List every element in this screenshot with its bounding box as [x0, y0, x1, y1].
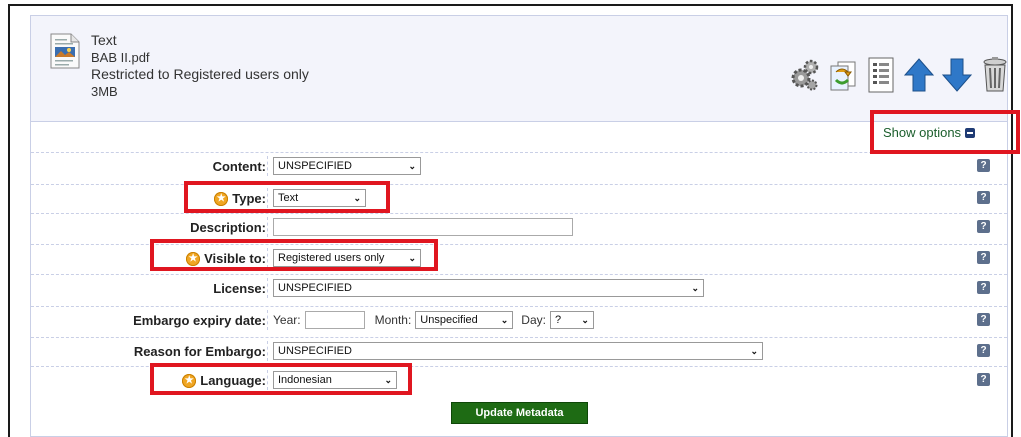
file-access: Restricted to Registered users only — [91, 66, 309, 82]
field-row-description: Description: ? — [31, 213, 1007, 240]
language-label: ★ Language: — [182, 373, 266, 388]
visible-to-select[interactable]: Registered users only ⌄ — [273, 249, 421, 267]
update-metadata-button[interactable]: Update Metadata — [451, 402, 588, 424]
required-star-icon: ★ — [186, 251, 201, 266]
month-select[interactable]: Unspecified ⌄ — [415, 311, 514, 329]
window-border-top — [8, 4, 1013, 6]
field-row-reason: Reason for Embargo: UNSPECIFIED ⌄ ? — [31, 337, 1007, 364]
year-input[interactable] — [304, 311, 365, 329]
content-label: Content: — [212, 159, 266, 174]
show-options-label: Show options — [883, 125, 962, 140]
help-icon[interactable]: ? — [977, 220, 990, 233]
show-options-link[interactable]: Show options — [883, 125, 976, 140]
chevron-down-icon: ⌄ — [581, 314, 589, 325]
details-icon[interactable] — [864, 56, 898, 94]
field-row-content: Content: UNSPECIFIED ⌄ ? — [31, 152, 1007, 179]
field-row-visible-to: ★ Visible to: Registered users only ⌄ ? — [31, 244, 1007, 271]
reason-select[interactable]: UNSPECIFIED ⌄ — [273, 342, 763, 360]
move-up-icon[interactable] — [902, 56, 936, 94]
field-row-license: License: UNSPECIFIED ⌄ ? — [31, 274, 1007, 301]
license-label: License: — [213, 281, 266, 296]
field-row-language: ★ Language: Indonesian ⌄ ? — [31, 366, 1007, 393]
content-select[interactable]: UNSPECIFIED ⌄ — [273, 157, 421, 175]
file-name: BAB II.pdf — [91, 50, 150, 65]
month-label: Month: — [374, 313, 412, 327]
chevron-down-icon: ⌄ — [408, 160, 416, 171]
year-label: Year: — [273, 313, 301, 327]
embargo-label: Embargo expiry date: — [133, 313, 266, 328]
document-panel: Text BAB II.pdf Restricted to Registered… — [30, 15, 1008, 437]
collapse-icon — [965, 127, 976, 138]
window-border-left — [8, 4, 10, 437]
help-icon[interactable]: ? — [977, 313, 990, 326]
chevron-down-icon: ⌄ — [691, 282, 699, 293]
reason-label: Reason for Embargo: — [133, 344, 266, 359]
trash-icon[interactable] — [978, 56, 1012, 94]
file-toolbar — [788, 54, 1012, 96]
day-select[interactable]: ? ⌄ — [549, 311, 594, 329]
type-label: ★ Type: — [214, 191, 266, 206]
license-select[interactable]: UNSPECIFIED ⌄ — [273, 279, 704, 297]
description-label: Description: — [190, 220, 266, 235]
help-icon[interactable]: ? — [977, 373, 990, 386]
language-select[interactable]: Indonesian ⌄ — [273, 371, 397, 389]
description-input[interactable] — [273, 218, 573, 236]
document-thumbnail-icon[interactable] — [49, 33, 81, 69]
convert-icon[interactable] — [826, 56, 860, 94]
file-header: Text BAB II.pdf Restricted to Registered… — [31, 16, 1007, 122]
chevron-down-icon: ⌄ — [750, 345, 758, 356]
file-size: 3MB — [91, 84, 118, 99]
type-select[interactable]: Text ⌄ — [273, 189, 366, 207]
chevron-down-icon: ⌄ — [384, 374, 392, 385]
chevron-down-icon: ⌄ — [353, 192, 361, 203]
help-icon[interactable]: ? — [977, 159, 990, 172]
required-star-icon: ★ — [214, 191, 229, 206]
gears-icon[interactable] — [788, 56, 822, 94]
help-icon[interactable]: ? — [977, 281, 990, 294]
file-type: Text — [91, 32, 117, 48]
field-row-embargo: Embargo expiry date: Year: Month: Unspec… — [31, 306, 1007, 333]
help-icon[interactable]: ? — [977, 191, 990, 204]
chevron-down-icon: ⌄ — [408, 252, 416, 263]
required-star-icon: ★ — [182, 373, 197, 388]
day-label: Day: — [521, 313, 546, 327]
visible-to-label: ★ Visible to: — [186, 251, 266, 266]
field-row-type: ★ Type: Text ⌄ ? — [31, 184, 1007, 211]
file-info: Text BAB II.pdf Restricted to Registered… — [91, 32, 309, 100]
help-icon[interactable]: ? — [977, 344, 990, 357]
move-down-icon[interactable] — [940, 56, 974, 94]
help-icon[interactable]: ? — [977, 251, 990, 264]
chevron-down-icon: ⌄ — [500, 314, 509, 325]
